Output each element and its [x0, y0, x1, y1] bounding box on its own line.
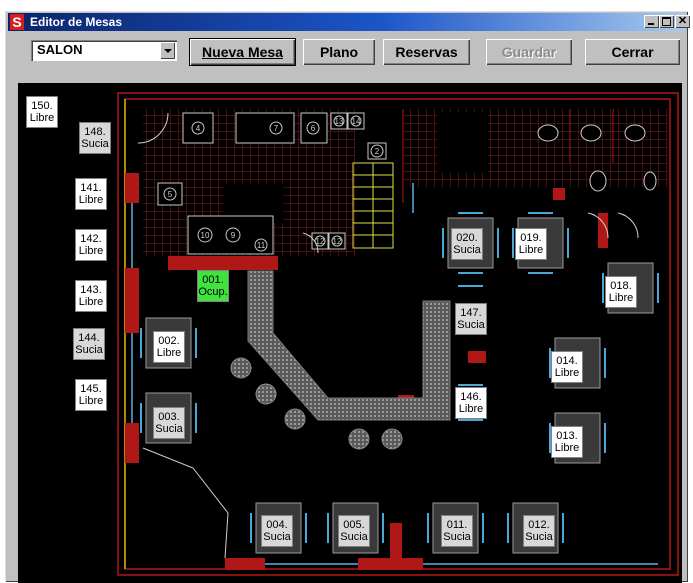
svg-text:2: 2: [375, 147, 380, 156]
staircase: [352, 162, 394, 249]
table-019[interactable]: 019. Libre: [515, 228, 547, 260]
table-012[interactable]: 012. Sucia: [523, 515, 555, 547]
close-window-button[interactable]: ✕: [675, 15, 690, 28]
table-status: Libre: [78, 296, 104, 308]
table-145[interactable]: 145. Libre: [75, 379, 107, 411]
table-number: 146.: [460, 391, 482, 403]
svg-text:13: 13: [335, 117, 344, 126]
table-number: 018.: [610, 280, 632, 292]
table-150[interactable]: 150. Libre: [26, 96, 58, 128]
table-number: 012.: [528, 519, 550, 531]
table-number: 014.: [556, 355, 578, 367]
plano-button[interactable]: Plano: [303, 39, 375, 65]
svg-text:7: 7: [274, 124, 279, 133]
table-status: Sucia: [525, 531, 553, 543]
table-147[interactable]: 147. Sucia: [455, 303, 487, 335]
table-number: 011.: [446, 519, 468, 531]
table-014[interactable]: 014. Libre: [551, 351, 583, 383]
table-002[interactable]: 002. Libre: [153, 331, 185, 363]
table-146[interactable]: 146. Libre: [455, 387, 487, 419]
table-004[interactable]: 004. Sucia: [261, 515, 293, 547]
svg-text:11: 11: [257, 241, 266, 250]
svg-text:6: 6: [311, 124, 316, 133]
table-number: 144.: [78, 332, 100, 344]
table-011[interactable]: 011. Sucia: [441, 515, 473, 547]
table-142[interactable]: 142. Libre: [75, 229, 107, 261]
table-018[interactable]: 018. Libre: [605, 276, 637, 308]
svg-text:12: 12: [333, 237, 342, 246]
table-status: Libre: [458, 403, 484, 415]
table-status: Sucia: [75, 344, 103, 356]
app-icon: S: [10, 14, 24, 30]
table-number: 143.: [80, 284, 102, 296]
table-number: 005.: [343, 519, 365, 531]
table-number: 020.: [456, 232, 478, 244]
table-number: 145.: [80, 383, 102, 395]
table-number: 148.: [84, 126, 106, 138]
table-status: Ocup.: [198, 286, 228, 298]
close-icon: ✕: [677, 15, 688, 27]
table-number: 147.: [460, 307, 482, 319]
table-005[interactable]: 005. Sucia: [338, 515, 370, 547]
svg-text:10: 10: [201, 231, 210, 240]
table-status: Libre: [78, 395, 104, 407]
table-status: Sucia: [453, 244, 481, 256]
table-status: Libre: [554, 367, 580, 379]
table-status: Sucia: [81, 138, 109, 150]
table-020[interactable]: 020. Sucia: [451, 228, 483, 260]
table-number: 142.: [80, 233, 102, 245]
table-number: 150.: [31, 100, 53, 112]
guardar-button: Guardar: [486, 39, 572, 65]
nueva-mesa-button[interactable]: Nueva Mesa: [189, 38, 296, 66]
table-status: Sucia: [457, 319, 485, 331]
bar-counter: [247, 270, 451, 421]
maximize-button[interactable]: [659, 15, 674, 28]
title-bar: S Editor de Mesas ✕: [8, 13, 690, 31]
window-title: Editor de Mesas: [30, 15, 123, 29]
table-141[interactable]: 141. Libre: [75, 178, 107, 210]
area-select-value: SALON: [37, 42, 83, 57]
table-status: Libre: [608, 292, 634, 304]
table-001[interactable]: 001. Ocup.: [197, 270, 229, 302]
table-number: 001.: [202, 274, 224, 286]
svg-text:4: 4: [196, 124, 201, 133]
table-status: Libre: [78, 194, 104, 206]
table-status: Sucia: [155, 423, 183, 435]
table-status: Sucia: [263, 531, 291, 543]
editor-window: S Editor de Mesas ✕ SALON Nueva Mesa Pla…: [5, 11, 690, 583]
table-number: 141.: [80, 182, 102, 194]
table-status: Libre: [156, 347, 182, 359]
area-select[interactable]: SALON: [31, 40, 177, 61]
floor-plan-drawing: 476 13 145 210 9 11 12 12: [117, 92, 679, 576]
floor-plan: 476 13 14 5 2 10 9 11 12 12 150. Libre 1…: [18, 83, 682, 583]
table-number: 019.: [520, 232, 542, 244]
svg-text:5: 5: [168, 190, 173, 199]
table-013[interactable]: 013. Libre: [551, 426, 583, 458]
table-status: Libre: [518, 244, 544, 256]
table-number: 013.: [556, 430, 578, 442]
cerrar-button[interactable]: Cerrar: [585, 39, 680, 65]
table-number: 002.: [158, 335, 180, 347]
chevron-down-icon[interactable]: [160, 42, 175, 59]
table-status: Sucia: [443, 531, 471, 543]
table-status: Libre: [554, 442, 580, 454]
table-144[interactable]: 144. Sucia: [73, 328, 105, 360]
table-status: Sucia: [340, 531, 368, 543]
svg-text:9: 9: [231, 231, 236, 240]
svg-text:14: 14: [352, 117, 361, 126]
table-number: 004.: [266, 519, 288, 531]
nueva-mesa-label: Nueva Mesa: [202, 44, 283, 60]
table-003[interactable]: 003. Sucia: [153, 407, 185, 439]
table-status: Libre: [29, 112, 55, 124]
table-number: 003.: [158, 411, 180, 423]
table-status: Libre: [78, 245, 104, 257]
table-143[interactable]: 143. Libre: [75, 280, 107, 312]
minimize-button[interactable]: [644, 15, 659, 28]
reservas-button[interactable]: Reservas: [383, 39, 470, 65]
table-148[interactable]: 148. Sucia: [79, 122, 111, 154]
